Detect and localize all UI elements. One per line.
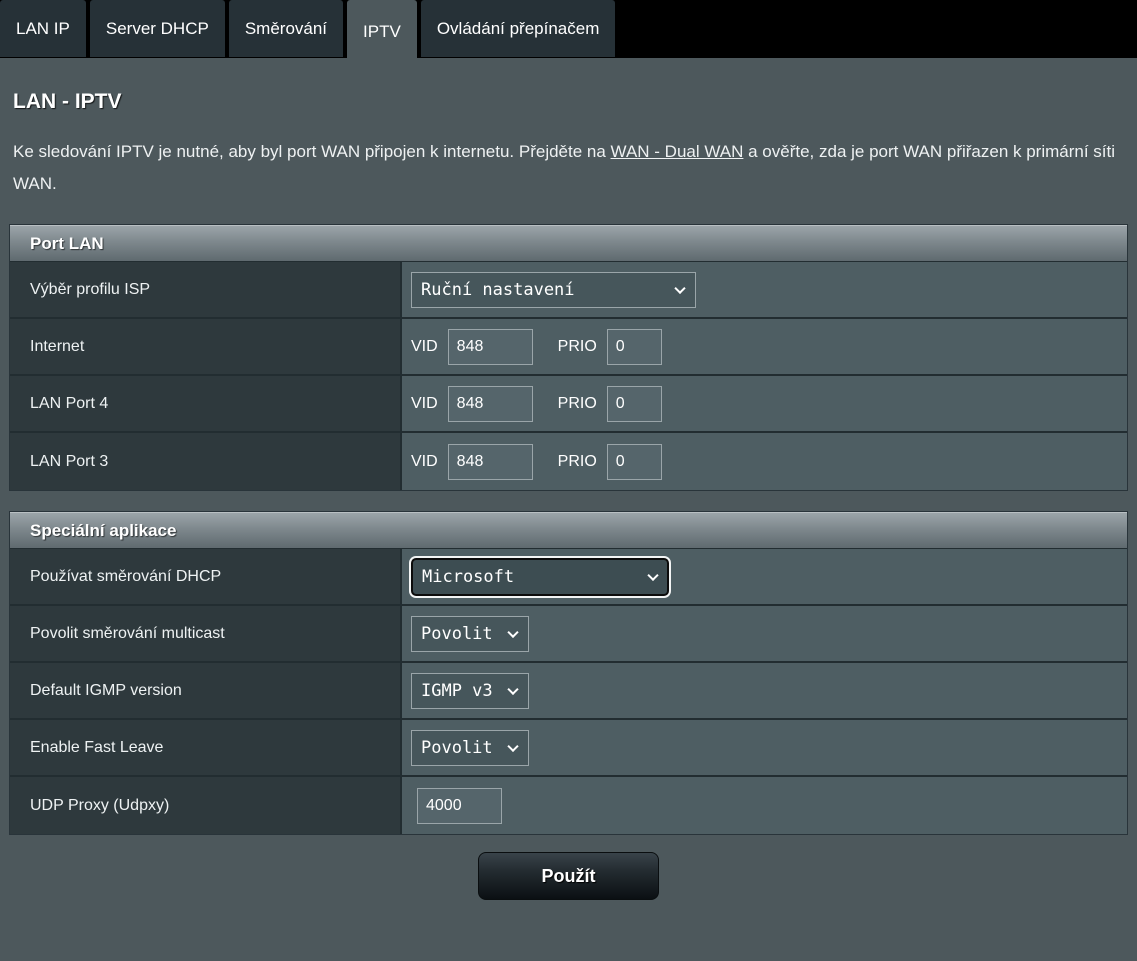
page-content: LAN - IPTV Ke sledování IPTV je nutné, a…: [0, 58, 1137, 961]
multicast-routing-row: Povolit směrování multicast Povolit: [10, 606, 1127, 663]
multicast-routing-select[interactable]: Povolit: [411, 616, 529, 652]
isp-profile-select[interactable]: Ruční nastavení: [411, 272, 696, 308]
lan-port-3-label: LAN Port 3: [10, 433, 402, 490]
vid-label: VID: [411, 453, 438, 471]
lan-port-4-value-cell: VID PRIO: [402, 376, 1127, 431]
udp-proxy-value-cell: [402, 777, 1127, 834]
port-lan-section-header: Port LAN: [10, 225, 1127, 262]
wan-dual-wan-link[interactable]: WAN - Dual WAN: [611, 142, 744, 161]
dhcp-routing-row: Používat směrování DHCP Microsoft: [10, 549, 1127, 606]
page-title: LAN - IPTV: [9, 58, 1128, 114]
special-applications-section-header: Speciální aplikace: [10, 512, 1127, 549]
dhcp-routing-select[interactable]: Microsoft: [411, 558, 669, 596]
page-description: Ke sledování IPTV je nutné, aby byl port…: [9, 114, 1128, 200]
description-text-before: Ke sledování IPTV je nutné, aby byl port…: [13, 142, 611, 161]
fast-leave-value-cell: Povolit: [402, 720, 1127, 775]
internet-row: Internet VID PRIO: [10, 319, 1127, 376]
udp-proxy-input[interactable]: [417, 788, 502, 824]
isp-profile-label: Výběr profilu ISP: [10, 262, 402, 317]
fast-leave-select[interactable]: Povolit: [411, 730, 529, 766]
internet-value-cell: VID PRIO: [402, 319, 1127, 374]
udp-proxy-row: UDP Proxy (Udpxy): [10, 777, 1127, 834]
igmp-version-row: Default IGMP version IGMP v3: [10, 663, 1127, 720]
udp-proxy-label: UDP Proxy (Udpxy): [10, 777, 402, 834]
lan-port-3-vid-input[interactable]: [448, 444, 533, 480]
vid-label: VID: [411, 395, 438, 413]
lan-port-4-label: LAN Port 4: [10, 376, 402, 431]
vid-label: VID: [411, 338, 438, 356]
isp-profile-row: Výběr profilu ISP Ruční nastavení: [10, 262, 1127, 319]
internet-prio-input[interactable]: [607, 329, 662, 365]
lan-port-4-prio-input[interactable]: [607, 386, 662, 422]
lan-port-3-row: LAN Port 3 VID PRIO: [10, 433, 1127, 490]
tab-ovladani-prepinacem[interactable]: Ovládání přepínačem: [421, 0, 616, 57]
prio-label: PRIO: [558, 338, 597, 356]
lan-port-4-vid-input[interactable]: [448, 386, 533, 422]
igmp-version-select[interactable]: IGMP v3: [411, 673, 529, 709]
lan-port-3-value-cell: VID PRIO: [402, 433, 1127, 490]
igmp-version-label: Default IGMP version: [10, 663, 402, 718]
special-applications-table: Speciální aplikace Používat směrování DH…: [9, 511, 1128, 835]
tab-iptv[interactable]: IPTV: [347, 0, 417, 63]
internet-label: Internet: [10, 319, 402, 374]
multicast-routing-label: Povolit směrování multicast: [10, 606, 402, 661]
multicast-routing-value-cell: Povolit: [402, 606, 1127, 661]
tab-smerovani[interactable]: Směrování: [229, 0, 343, 57]
fast-leave-row: Enable Fast Leave Povolit: [10, 720, 1127, 777]
prio-label: PRIO: [558, 453, 597, 471]
igmp-version-value-cell: IGMP v3: [402, 663, 1127, 718]
fast-leave-label: Enable Fast Leave: [10, 720, 402, 775]
internet-vid-input[interactable]: [448, 329, 533, 365]
isp-profile-value-cell: Ruční nastavení: [402, 262, 1127, 317]
port-lan-table: Port LAN Výběr profilu ISP Ruční nastave…: [9, 224, 1128, 491]
prio-label: PRIO: [558, 395, 597, 413]
apply-button-row: Použít: [9, 852, 1128, 900]
dhcp-routing-value-cell: Microsoft: [402, 549, 1127, 604]
dhcp-routing-label: Používat směrování DHCP: [10, 549, 402, 604]
tab-server-dhcp[interactable]: Server DHCP: [90, 0, 225, 57]
tab-lan-ip[interactable]: LAN IP: [0, 0, 86, 57]
lan-port-3-prio-input[interactable]: [607, 444, 662, 480]
tab-bar: LAN IP Server DHCP Směrování IPTV Ovládá…: [0, 0, 1137, 58]
apply-button[interactable]: Použít: [478, 852, 659, 900]
lan-port-4-row: LAN Port 4 VID PRIO: [10, 376, 1127, 433]
